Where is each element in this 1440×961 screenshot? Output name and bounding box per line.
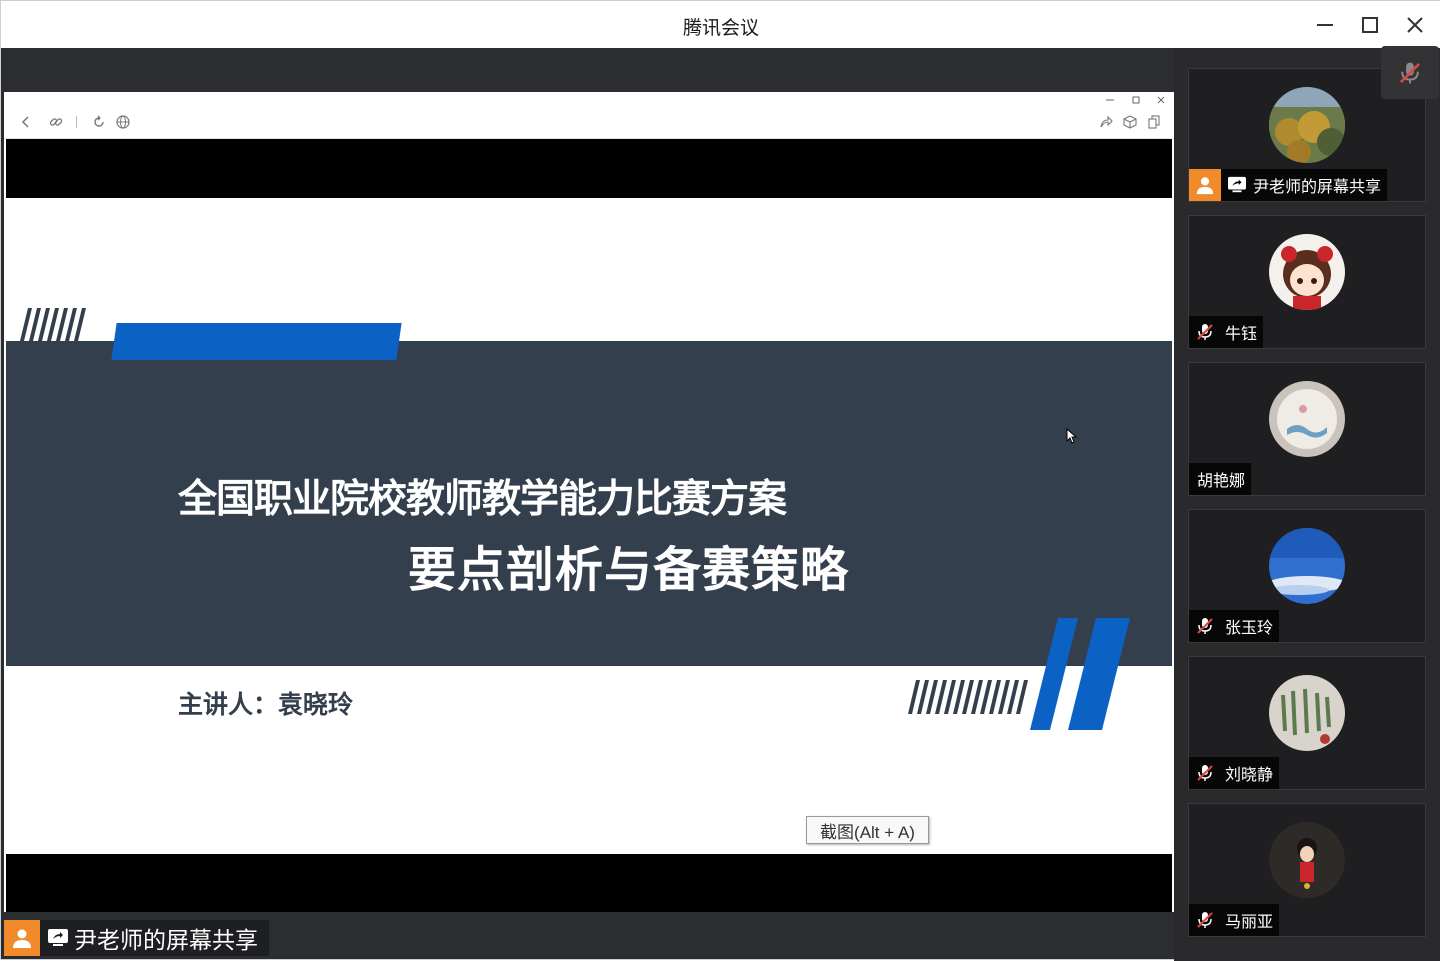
shared-screen-stage: 全国职业院校教师教学能力比赛方案 要点剖析与备赛策略 主讲人：袁晓玲 截图(Al… [4,48,1174,958]
refresh-icon[interactable] [91,114,107,130]
participant-tile[interactable]: 刘晓静 [1188,656,1426,790]
participant-name: 刘晓静 [1225,765,1274,784]
close-icon [1407,17,1423,33]
avatar [1269,528,1345,604]
cube-icon[interactable] [1122,114,1138,130]
toolbar-divider [76,116,77,128]
participant-label: 马丽亚 [1189,904,1280,936]
slide-viewport: 全国职业院校教师教学能力比赛方案 要点剖析与备赛策略 主讲人：袁晓玲 截图(Al… [6,139,1172,912]
mic-off-icon [1189,757,1221,789]
browser-minimize-icon[interactable] [1104,94,1116,106]
user-icon [4,920,40,956]
avatar [1269,822,1345,898]
participant-name: 胡艳娜 [1197,471,1246,490]
slide-blue-accent [111,323,402,360]
participant-label: 尹老师的屏幕共享 [1189,169,1388,201]
user-icon [1189,169,1221,201]
tencent-meeting-window: 腾讯会议 全国职业院校教师教学能力比赛方案 要点剖析与备赛策略 主讲人：袁晓玲 … [0,0,1440,961]
screen-share-icon [46,926,70,950]
participants-sidebar: 尹老师的屏幕共享 牛钰 胡艳娜 张玉玲 刘晓静 马丽亚 [1174,48,1440,961]
participant-label: 张玉玲 [1189,610,1280,642]
avatar [1269,87,1345,163]
participant-label: 牛钰 [1189,316,1264,348]
slide-presenter: 主讲人：袁晓玲 [178,690,354,719]
participant-label: 胡艳娜 [1189,463,1252,495]
minimize-icon [1317,24,1333,26]
slide-stripes-decoration [20,308,86,341]
avatar [1269,675,1345,751]
slide-bottom-stripes-decoration [908,618,1130,730]
participant-tile[interactable]: 马丽亚 [1188,803,1426,937]
participant-label: 刘晓静 [1189,757,1280,789]
participant-tile[interactable]: 胡艳娜 [1188,362,1426,496]
screenshot-tooltip: 截图(Alt + A) [806,816,929,844]
share-arrow-icon[interactable] [1098,114,1114,130]
avatar [1269,381,1345,457]
globe-icon[interactable] [115,114,131,130]
main-share-label-text: 尹老师的屏幕共享 [74,928,258,954]
close-button[interactable] [1399,9,1431,41]
participant-name: 尹老师的屏幕共享 [1253,177,1382,196]
mic-off-icon [1189,904,1221,936]
screen-share-icon [1225,173,1249,197]
back-icon[interactable] [18,114,34,130]
title-bar: 腾讯会议 [1,1,1440,48]
participant-name: 牛钰 [1225,324,1258,343]
minimize-button[interactable] [1309,9,1341,41]
maximize-icon [1362,17,1378,33]
maximize-button[interactable] [1354,9,1386,41]
main-share-label: 尹老师的屏幕共享 [4,920,269,956]
browser-maximize-icon[interactable] [1130,94,1142,106]
mic-off-icon [1399,62,1421,83]
mouse-cursor-icon [1066,428,1078,444]
browser-close-icon[interactable] [1155,94,1167,106]
participant-name: 马丽亚 [1225,912,1274,931]
shared-browser-window: 全国职业院校教师教学能力比赛方案 要点剖析与备赛策略 主讲人：袁晓玲 截图(Al… [4,92,1174,912]
link-icon[interactable] [48,114,64,130]
participant-name: 张玉玲 [1225,618,1274,637]
participant-tile[interactable]: 张玉玲 [1188,509,1426,643]
slide-title-line2: 要点剖析与备赛策略 [408,542,850,598]
slide-title-line1: 全国职业院校教师教学能力比赛方案 [178,477,787,522]
self-mic-toggle[interactable] [1381,46,1439,99]
presentation-slide: 全国职业院校教师教学能力比赛方案 要点剖析与备赛策略 主讲人：袁晓玲 [6,198,1172,854]
mic-off-icon [1189,610,1221,642]
window-title: 腾讯会议 [682,17,759,39]
browser-toolbar [4,92,1174,139]
pages-icon[interactable] [1146,114,1162,130]
avatar [1269,234,1345,310]
mic-off-icon [1189,316,1221,348]
participant-tile[interactable]: 牛钰 [1188,215,1426,349]
